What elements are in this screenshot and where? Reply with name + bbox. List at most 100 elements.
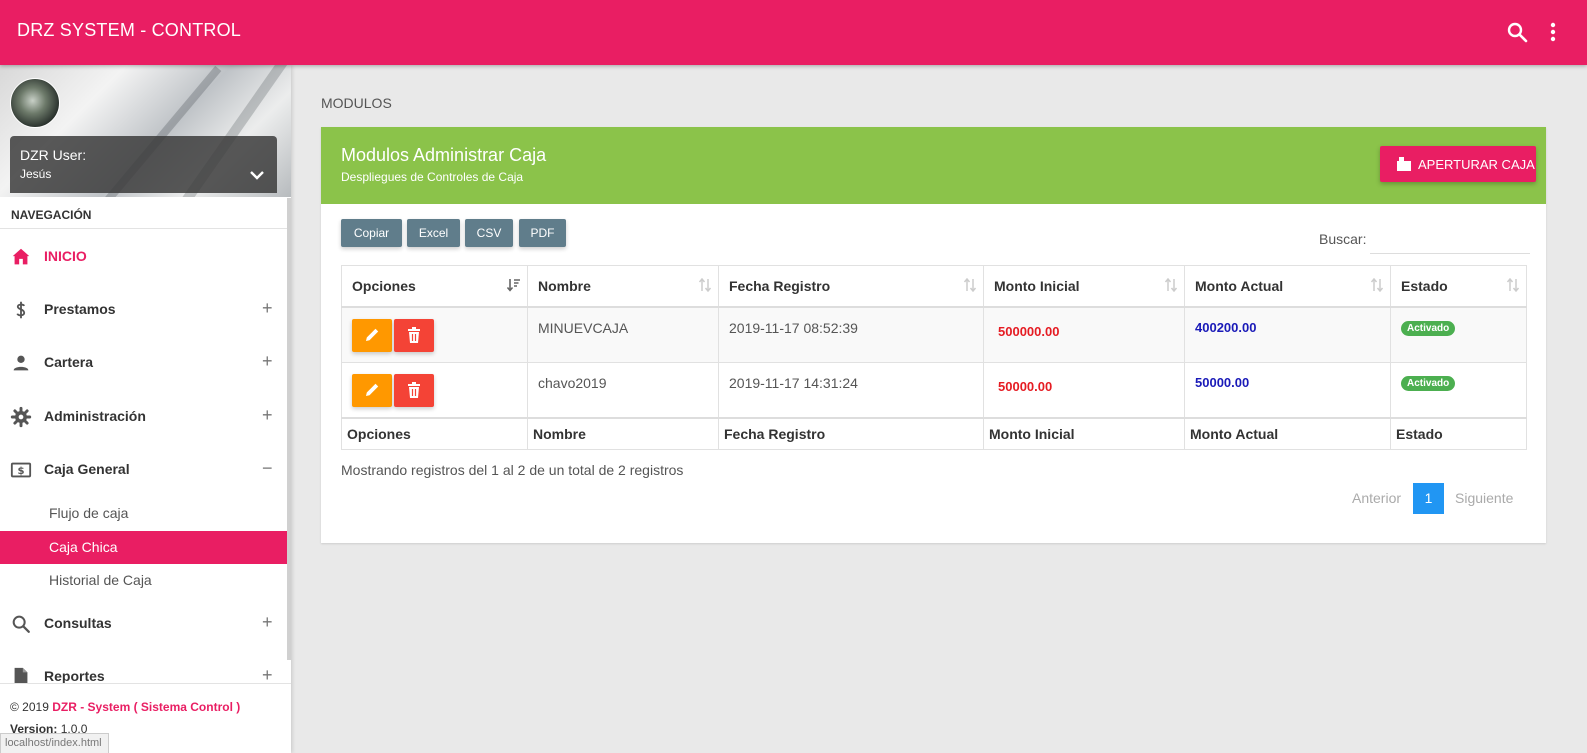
options-cell [341, 362, 528, 419]
sort-icon [1370, 278, 1384, 292]
footer-estado: Estado [1390, 417, 1527, 450]
sidebar-item-inicio[interactable]: INICIO [0, 237, 291, 277]
user-name: Jesús [20, 167, 52, 181]
pagination-previous[interactable]: Anterior [1352, 490, 1401, 506]
divider [0, 228, 291, 229]
avatar[interactable] [10, 78, 60, 128]
sort-icon [1506, 278, 1520, 292]
excel-button[interactable]: Excel [407, 219, 460, 247]
sidebar: DZR User: Jesús NAVEGACIÓN INICIO Presta… [0, 65, 291, 753]
sidebar-scrollbar[interactable] [287, 198, 291, 660]
sort-icon [698, 278, 712, 292]
monto-actual-value: 400200.00 [1195, 320, 1257, 335]
copy-button[interactable]: Copiar [341, 219, 402, 247]
trash-icon [408, 327, 420, 343]
sidebar-item-label: Administración [44, 408, 146, 424]
cell-estado: Activado [1390, 306, 1527, 363]
cell-nombre: chavo2019 [527, 362, 719, 419]
pdf-button[interactable]: PDF [519, 219, 566, 247]
cell-nombre: MINUEVCAJA [527, 306, 719, 363]
sidebar-item-prestamos[interactable]: Prestamos + [0, 290, 291, 330]
briefcase-icon [1397, 157, 1411, 171]
table-info: Mostrando registros del 1 al 2 de un tot… [341, 462, 684, 478]
table-footer-row: Opciones Nombre Fecha Registro Monto Ini… [341, 417, 1527, 450]
gear-icon [10, 406, 32, 428]
expand-icon: + [262, 351, 273, 371]
fecha-value: 2019-11-17 14:31:24 [729, 375, 858, 391]
delete-button[interactable] [394, 374, 434, 407]
cell-fecha: 2019-11-17 08:52:39 [718, 306, 984, 363]
user-label: DZR User: [20, 147, 87, 163]
app-title[interactable]: DRZ SYSTEM - CONTROL [17, 20, 241, 41]
trash-icon [408, 382, 420, 398]
search-icon[interactable] [1505, 20, 1529, 44]
column-header-label: Monto Actual [1195, 278, 1284, 294]
column-header-fecha-registro[interactable]: Fecha Registro [718, 265, 984, 308]
sort-icon [963, 278, 977, 292]
options-cell [341, 306, 528, 363]
search-input[interactable] [1370, 225, 1530, 254]
sidebar-item-label: Consultas [44, 615, 112, 631]
footer-monto-actual: Monto Actual [1184, 417, 1391, 450]
sidebar-item-label: INICIO [44, 248, 87, 264]
sidebar-item-label: Caja General [44, 461, 130, 477]
search-label: Buscar: [1319, 231, 1367, 247]
chevron-down-icon[interactable] [248, 166, 266, 184]
cash-icon: $ [10, 462, 32, 478]
column-header-monto-actual[interactable]: Monto Actual [1184, 265, 1391, 308]
column-header-label: Fecha Registro [729, 278, 831, 294]
collapse-icon: − [262, 458, 273, 478]
footer-monto-inicial: Monto Inicial [983, 417, 1185, 450]
open-cash-button[interactable]: APERTURAR CAJA [1380, 146, 1536, 182]
cell-fecha: 2019-11-17 14:31:24 [718, 362, 984, 419]
sidebar-subitem-label: Historial de Caja [49, 572, 152, 588]
svg-text:$: $ [17, 466, 24, 477]
fecha-value: 2019-11-17 08:52:39 [729, 320, 858, 336]
edit-button[interactable] [352, 319, 392, 352]
home-icon [12, 248, 30, 265]
sidebar-subitem-label: Caja Chica [49, 539, 118, 555]
pencil-icon [366, 328, 379, 341]
monto-inicial-value: 50000.00 [998, 379, 1053, 394]
pagination-page-1[interactable]: 1 [1413, 483, 1444, 514]
edit-button[interactable] [352, 374, 392, 407]
nav-header: NAVEGACIÓN [11, 208, 92, 222]
status-badge: Activado [1401, 376, 1456, 391]
csv-button[interactable]: CSV [465, 219, 513, 247]
column-header-monto-inicial[interactable]: Monto Inicial [983, 265, 1185, 308]
dollar-icon [16, 301, 26, 319]
sidebar-subitem-historial-de-caja[interactable]: Historial de Caja [0, 564, 291, 597]
top-app-bar: DRZ SYSTEM - CONTROL [0, 0, 1587, 65]
expand-icon: + [262, 612, 273, 632]
sidebar-item-consultas[interactable]: Consultas + [0, 604, 291, 644]
brand-link[interactable]: DZR - System ( Sistema Control ) [52, 700, 240, 714]
column-header-estado[interactable]: Estado [1390, 265, 1527, 308]
table-row: chavo2019 2019-11-17 14:31:24 50000.00 5… [341, 362, 1527, 419]
status-badge: Activado [1401, 321, 1456, 336]
monto-inicial-value: 500000.00 [998, 324, 1060, 339]
user-info: DZR User: Jesús [10, 136, 277, 193]
table-header-row: Opciones Nombre Fecha Registro Monto Ini… [341, 265, 1527, 308]
sort-desc-icon [507, 279, 520, 292]
sidebar-subitem-caja-chica[interactable]: Caja Chica [0, 531, 291, 564]
column-header-opciones[interactable]: Opciones [341, 265, 528, 308]
sidebar-item-administracion[interactable]: Administración + [0, 397, 291, 437]
expand-icon: + [262, 298, 273, 318]
sidebar-item-cartera[interactable]: Cartera + [0, 343, 291, 383]
column-header-nombre[interactable]: Nombre [527, 265, 719, 308]
footer-opciones: Opciones [341, 417, 528, 450]
cell-estado: Activado [1390, 362, 1527, 419]
table-row: MINUEVCAJA 2019-11-17 08:52:39 500000.00… [341, 306, 1527, 363]
sidebar-item-caja-general[interactable]: $ Caja General − [0, 450, 291, 490]
pagination-next[interactable]: Siguiente [1455, 490, 1513, 506]
card-header: Modulos Administrar Caja Despliegues de … [321, 127, 1546, 204]
column-header-label: Estado [1401, 278, 1448, 294]
sidebar-subitem-label: Flujo de caja [49, 505, 129, 521]
more-vert-icon[interactable] [1547, 20, 1571, 44]
person-icon [13, 355, 29, 371]
sidebar-subitem-flujo-de-caja[interactable]: Flujo de caja [0, 497, 291, 530]
sidebar-item-label: Cartera [44, 354, 94, 370]
delete-button[interactable] [394, 319, 434, 352]
page-title: MODULOS [321, 95, 392, 111]
copyright-year: © 2019 [10, 700, 49, 714]
